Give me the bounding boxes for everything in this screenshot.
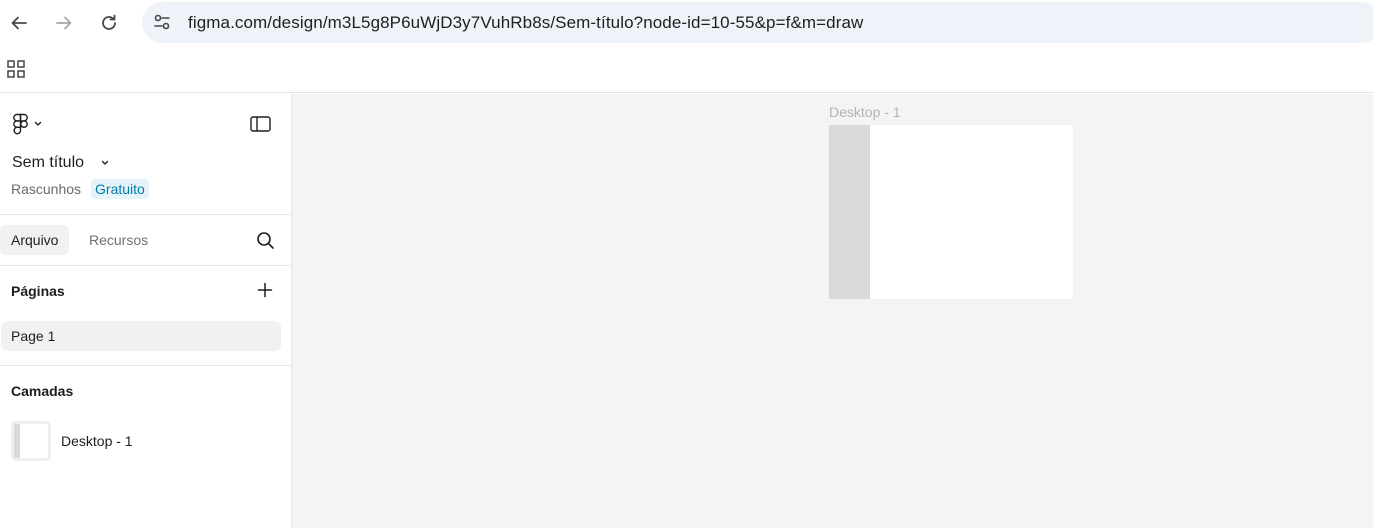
- divider: [0, 365, 291, 366]
- plan-badge[interactable]: Gratuito: [91, 179, 149, 199]
- rectangle-shape[interactable]: [829, 125, 870, 299]
- browser-toolbar: figma.com/design/m3L5g8P6uWjD3y7VuhRb8s/…: [0, 0, 1373, 46]
- page-item[interactable]: Page 1: [1, 321, 281, 351]
- forward-button[interactable]: [49, 8, 79, 38]
- plus-icon[interactable]: [257, 282, 273, 298]
- file-meta: Rascunhos Gratuito: [11, 179, 149, 199]
- figma-logo-icon: [13, 113, 28, 135]
- main-menu-button[interactable]: [12, 113, 43, 135]
- chevron-down-icon: [34, 121, 42, 126]
- search-icon[interactable]: [256, 231, 275, 250]
- file-location-link[interactable]: Rascunhos: [11, 181, 81, 197]
- file-title: Sem título: [12, 154, 85, 171]
- address-bar[interactable]: figma.com/design/m3L5g8P6uWjD3y7VuhRb8s/…: [142, 2, 1373, 43]
- page-item-label: Page 1: [11, 328, 56, 344]
- reload-button[interactable]: [94, 8, 124, 38]
- apps-grid-icon[interactable]: [6, 59, 26, 79]
- tab-assets[interactable]: Recursos: [78, 225, 159, 255]
- design-canvas[interactable]: Desktop - 1: [292, 94, 1373, 528]
- panel-tabs: Arquivo Recursos: [0, 225, 291, 255]
- back-arrow-icon: [11, 16, 27, 30]
- desktop-frame[interactable]: [829, 125, 1073, 299]
- divider: [0, 214, 291, 215]
- layers-heading: Camadas: [11, 383, 74, 399]
- forward-arrow-icon: [56, 16, 72, 30]
- layer-item-label: Desktop - 1: [61, 433, 133, 449]
- layer-item[interactable]: Desktop - 1: [10, 421, 280, 461]
- chevron-down-icon: [101, 160, 109, 165]
- reload-icon: [102, 14, 116, 30]
- tab-file[interactable]: Arquivo: [0, 225, 70, 255]
- sidebar-toggle-icon[interactable]: [250, 116, 271, 132]
- divider: [0, 265, 291, 266]
- site-settings-icon[interactable]: [152, 12, 172, 32]
- left-panel: Sem título Rascunhos Gratuito Arquivo Re…: [0, 94, 292, 528]
- bookmarks-bar: [0, 46, 1373, 93]
- back-button[interactable]: [4, 8, 34, 38]
- frame-thumbnail-icon: [11, 421, 51, 461]
- url-text[interactable]: figma.com/design/m3L5g8P6uWjD3y7VuhRb8s/…: [188, 13, 863, 33]
- pages-heading: Páginas: [11, 283, 65, 299]
- file-name-button[interactable]: Sem título: [12, 154, 110, 172]
- frame-label[interactable]: Desktop - 1: [829, 104, 901, 120]
